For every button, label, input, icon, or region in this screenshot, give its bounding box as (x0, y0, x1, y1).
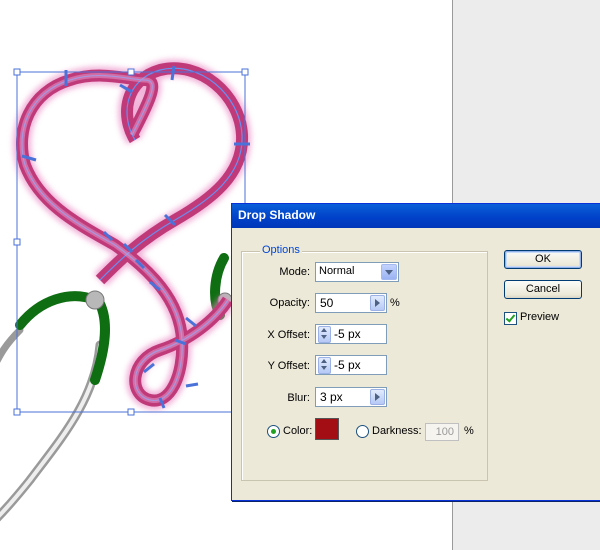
opacity-label: Opacity: (269, 297, 310, 309)
mode-label: Mode: (279, 266, 310, 278)
opacity-unit: % (390, 297, 400, 309)
drop-shadow-dialog: Drop Shadow Options Mode: Normal Opacity… (231, 203, 600, 501)
opacity-slider-arrow-icon[interactable] (370, 295, 385, 311)
opacity-value: 50 (320, 296, 334, 310)
mode-select[interactable]: Normal (315, 262, 399, 282)
darkness-radio[interactable] (356, 425, 369, 438)
blur-label: Blur: (287, 392, 310, 404)
blur-value: 3 px (320, 390, 343, 404)
mode-value: Normal (319, 265, 355, 277)
dialog-titlebar[interactable]: Drop Shadow (232, 204, 600, 228)
y-offset-stepper-icon[interactable] (318, 357, 331, 374)
blur-slider-arrow-icon[interactable] (370, 389, 385, 405)
darkness-label: Darkness: (372, 425, 422, 437)
darkness-value: 100 (435, 426, 454, 438)
shadow-color-swatch[interactable] (315, 418, 339, 440)
chevron-down-icon[interactable] (381, 264, 397, 280)
x-offset-value: -5 px (334, 327, 361, 341)
y-offset-field[interactable]: -5 px (315, 355, 387, 375)
preview-label: Preview (520, 311, 560, 323)
y-offset-label: Y Offset: (267, 360, 310, 372)
color-label: Color: (283, 425, 313, 437)
ok-button[interactable]: OK (504, 250, 582, 269)
darkness-field: 100 (425, 423, 459, 441)
dialog-title: Drop Shadow (238, 208, 316, 222)
cancel-button[interactable]: Cancel (504, 280, 582, 299)
x-offset-stepper-icon[interactable] (318, 326, 331, 343)
stethoscope-tube (0, 326, 105, 522)
darkness-unit: % (464, 425, 474, 437)
x-offset-label: X Offset: (267, 329, 310, 341)
heart-stroke-artwork (16, 62, 249, 407)
options-legend: Options (260, 244, 302, 256)
x-offset-field[interactable]: -5 px (315, 324, 387, 344)
preview-checkbox[interactable] (504, 312, 517, 325)
y-offset-value: -5 px (334, 358, 361, 372)
opacity-field[interactable]: 50 (315, 293, 387, 313)
color-radio[interactable] (267, 425, 280, 438)
blur-field[interactable]: 3 px (315, 387, 387, 407)
